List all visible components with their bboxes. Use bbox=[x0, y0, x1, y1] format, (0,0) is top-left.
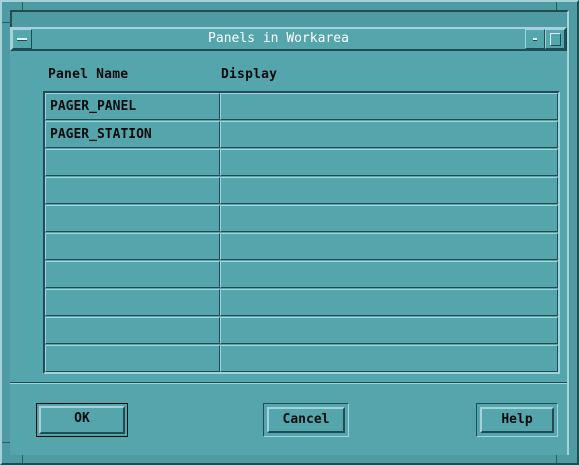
display-cell[interactable] bbox=[220, 261, 558, 288]
table-row[interactable] bbox=[45, 149, 558, 176]
display-cell[interactable] bbox=[220, 177, 558, 204]
window-menu-icon bbox=[17, 38, 27, 41]
minimize-button[interactable] bbox=[525, 29, 545, 49]
display-cell[interactable] bbox=[220, 233, 558, 260]
panel-name-cell[interactable] bbox=[45, 177, 220, 204]
display-cell[interactable] bbox=[220, 205, 558, 232]
table-row[interactable] bbox=[45, 205, 558, 232]
table-row[interactable] bbox=[45, 289, 558, 316]
display-cell[interactable] bbox=[220, 149, 558, 176]
column-header-panel-name: Panel Name bbox=[48, 67, 129, 82]
cancel-button[interactable]: Cancel bbox=[267, 407, 345, 433]
minimize-icon bbox=[533, 38, 537, 41]
ok-button-frame: OK bbox=[36, 403, 128, 437]
window-title: Panels in Workarea bbox=[208, 31, 349, 46]
panel-name-cell[interactable] bbox=[45, 205, 220, 232]
help-button[interactable]: Help bbox=[480, 407, 554, 433]
frame-resize-corner-tl-top[interactable] bbox=[22, 2, 23, 10]
ok-button[interactable]: OK bbox=[39, 406, 125, 434]
panel-name-cell[interactable]: PAGER_PANEL bbox=[45, 93, 220, 120]
panel-name-cell[interactable] bbox=[45, 149, 220, 176]
panel-name-cell[interactable] bbox=[45, 289, 220, 316]
display-cell[interactable] bbox=[220, 121, 558, 148]
table-row[interactable] bbox=[45, 233, 558, 260]
table-row[interactable]: PAGER_STATION bbox=[45, 121, 558, 148]
display-cell[interactable] bbox=[220, 317, 558, 344]
button-separator bbox=[10, 382, 567, 384]
column-header-display: Display bbox=[221, 67, 278, 82]
table-row[interactable]: PAGER_PANEL bbox=[45, 93, 558, 120]
display-cell[interactable] bbox=[220, 289, 558, 316]
frame-resize-corner-bl-bottom[interactable] bbox=[22, 455, 23, 463]
panel-name-cell[interactable] bbox=[45, 345, 220, 372]
frame-resize-corner-tl[interactable] bbox=[2, 22, 12, 23]
table-row[interactable] bbox=[45, 345, 558, 372]
display-cell[interactable] bbox=[220, 93, 558, 120]
table-row[interactable] bbox=[45, 177, 558, 204]
panel-name-cell[interactable]: PAGER_STATION bbox=[45, 121, 220, 148]
cancel-button-frame: Cancel bbox=[263, 403, 349, 437]
title-bar[interactable]: Panels in Workarea bbox=[10, 27, 567, 51]
panel-name-cell[interactable] bbox=[45, 233, 220, 260]
maximize-icon bbox=[550, 33, 561, 46]
table-row[interactable] bbox=[45, 317, 558, 344]
table-row[interactable] bbox=[45, 261, 558, 288]
maximize-button[interactable] bbox=[545, 29, 565, 49]
panel-name-cell[interactable] bbox=[45, 261, 220, 288]
panel-name-cell[interactable] bbox=[45, 317, 220, 344]
display-cell[interactable] bbox=[220, 345, 558, 372]
frame-resize-corner-br-bottom[interactable] bbox=[556, 455, 557, 463]
frame-resize-corner-tr-top[interactable] bbox=[556, 2, 557, 10]
help-button-frame: Help bbox=[476, 403, 558, 437]
window-menu-button[interactable] bbox=[12, 29, 32, 49]
panels-table[interactable]: PAGER_PANEL PAGER_STATION bbox=[43, 91, 560, 374]
